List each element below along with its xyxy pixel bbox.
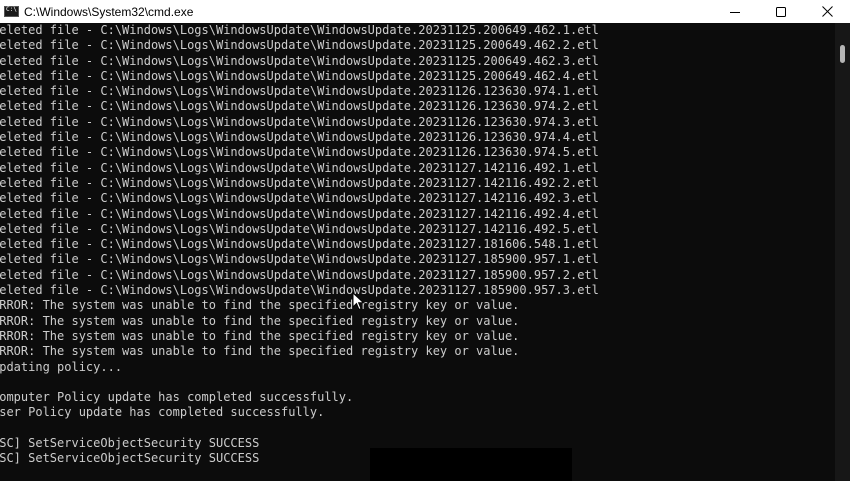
console-line: Deleted file - C:\Windows\Logs\WindowsUp… <box>0 221 599 236</box>
scrollbar-thumb[interactable] <box>840 45 845 63</box>
close-icon <box>821 6 833 17</box>
console-lines: Deleted file - C:\Windows\Logs\WindowsUp… <box>0 23 599 467</box>
console-line: Deleted file - C:\Windows\Logs\WindowsUp… <box>0 68 599 83</box>
console-line: Deleted file - C:\Windows\Logs\WindowsUp… <box>0 283 599 298</box>
vertical-scrollbar[interactable] <box>835 23 850 481</box>
minimize-icon <box>730 11 740 13</box>
console-line: Deleted file - C:\Windows\Logs\WindowsUp… <box>0 130 599 145</box>
window-title: C:\Windows\System32\cmd.exe <box>24 4 194 19</box>
console-line: Deleted file - C:\Windows\Logs\WindowsUp… <box>0 206 599 221</box>
cmd-window: C:\Windows\System32\cmd.exe Deleted fi <box>0 0 850 481</box>
console-line: Computer Policy update has completed suc… <box>0 390 354 405</box>
console-line: Deleted file - C:\Windows\Logs\WindowsUp… <box>0 23 599 37</box>
console-line: Deleted file - C:\Windows\Logs\WindowsUp… <box>0 99 599 114</box>
close-button[interactable] <box>804 0 850 23</box>
console-line: Deleted file - C:\Windows\Logs\WindowsUp… <box>0 145 599 160</box>
console-line: ERROR: The system was unable to find the… <box>0 344 520 359</box>
console-line: Deleted file - C:\Windows\Logs\WindowsUp… <box>0 160 599 175</box>
maximize-button[interactable] <box>758 0 804 23</box>
console-line: ERROR: The system was unable to find the… <box>0 298 520 313</box>
console-line: ERROR: The system was unable to find the… <box>0 313 520 328</box>
redacted-region <box>370 448 572 481</box>
console-line: Deleted file - C:\Windows\Logs\WindowsUp… <box>0 38 599 53</box>
console-line: User Policy update has completed success… <box>0 405 325 420</box>
console-output[interactable]: Deleted file - C:\Windows\Logs\WindowsUp… <box>0 23 835 481</box>
console-line: Deleted file - C:\Windows\Logs\WindowsUp… <box>0 53 599 68</box>
console-line: Deleted file - C:\Windows\Logs\WindowsUp… <box>0 114 599 129</box>
window-controls <box>712 0 850 23</box>
console-line: Deleted file - C:\Windows\Logs\WindowsUp… <box>0 191 599 206</box>
title-bar[interactable]: C:\Windows\System32\cmd.exe <box>0 0 850 23</box>
console-line: Updating policy... <box>0 359 123 374</box>
console-line: Deleted file - C:\Windows\Logs\WindowsUp… <box>0 237 599 252</box>
console-line: Deleted file - C:\Windows\Logs\WindowsUp… <box>0 252 599 267</box>
console-line: Deleted file - C:\Windows\Logs\WindowsUp… <box>0 84 599 99</box>
console-line: Deleted file - C:\Windows\Logs\WindowsUp… <box>0 175 599 190</box>
console-line: ERROR: The system was unable to find the… <box>0 328 520 343</box>
minimize-button[interactable] <box>712 0 758 23</box>
cmd-icon <box>4 5 19 17</box>
maximize-icon <box>776 6 786 17</box>
mouse-pointer-icon <box>352 292 365 311</box>
console-line: Deleted file - C:\Windows\Logs\WindowsUp… <box>0 267 599 282</box>
